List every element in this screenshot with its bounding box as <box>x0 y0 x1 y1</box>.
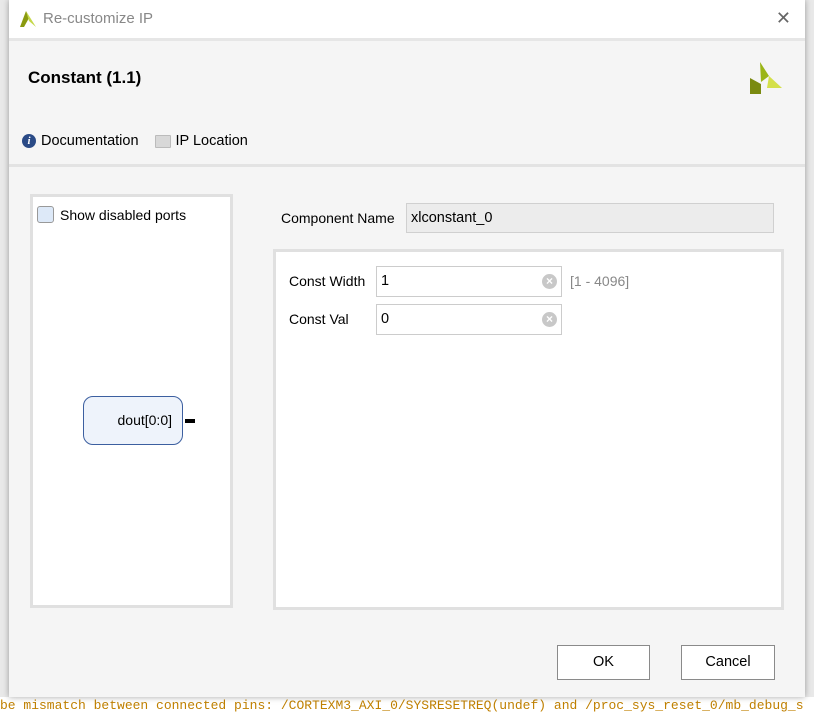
const-width-input[interactable]: 1 × <box>376 266 562 297</box>
ip-title: Constant (1.1) <box>28 68 142 87</box>
ip-location-label: IP Location <box>175 133 248 149</box>
ip-symbol-block: dout[0:0] <box>83 396 183 445</box>
folder-icon <box>154 134 171 148</box>
checkbox-box[interactable] <box>37 206 54 223</box>
vivado-logo-icon <box>20 11 36 27</box>
info-icon: i <box>22 134 36 148</box>
ok-button[interactable]: OK <box>557 645 650 680</box>
close-button[interactable]: ✕ <box>776 8 791 29</box>
documentation-label: Documentation <box>41 133 139 149</box>
const-val-input[interactable]: 0 × <box>376 304 562 335</box>
const-val-label: Const Val <box>289 311 349 327</box>
port-pin <box>185 419 195 423</box>
documentation-link[interactable]: i Documentation <box>22 133 139 149</box>
port-label: dout[0:0] <box>117 412 173 428</box>
parameters-panel: Const Width 1 × [1 - 4096] Const Val 0 × <box>273 249 784 610</box>
component-name-label: Component Name <box>281 210 395 226</box>
clear-icon[interactable]: × <box>542 274 557 289</box>
component-name-input[interactable]: xlconstant_0 <box>406 203 774 233</box>
title-bar: Re-customize IP ✕ <box>9 0 805 41</box>
re-customize-ip-dialog: Re-customize IP ✕ Constant (1.1) i Docume… <box>9 0 805 697</box>
divider <box>9 164 805 167</box>
clear-icon[interactable]: × <box>542 312 557 327</box>
const-width-label: Const Width <box>289 273 366 289</box>
symbol-panel: Show disabled ports dout[0:0] <box>30 194 233 608</box>
show-disabled-ports-label: Show disabled ports <box>60 206 187 223</box>
background-log-line: be mismatch between connected pins: /COR… <box>0 697 814 715</box>
xilinx-logo-icon <box>750 62 782 94</box>
window-title: Re-customize IP <box>43 10 154 27</box>
show-disabled-ports-checkbox[interactable]: Show disabled ports <box>37 206 186 223</box>
ip-location-link[interactable]: IP Location <box>154 133 248 149</box>
const-width-value: 1 <box>381 273 390 289</box>
const-width-range: [1 - 4096] <box>570 273 630 289</box>
cancel-button[interactable]: Cancel <box>681 645 775 680</box>
const-val-value: 0 <box>381 311 390 327</box>
